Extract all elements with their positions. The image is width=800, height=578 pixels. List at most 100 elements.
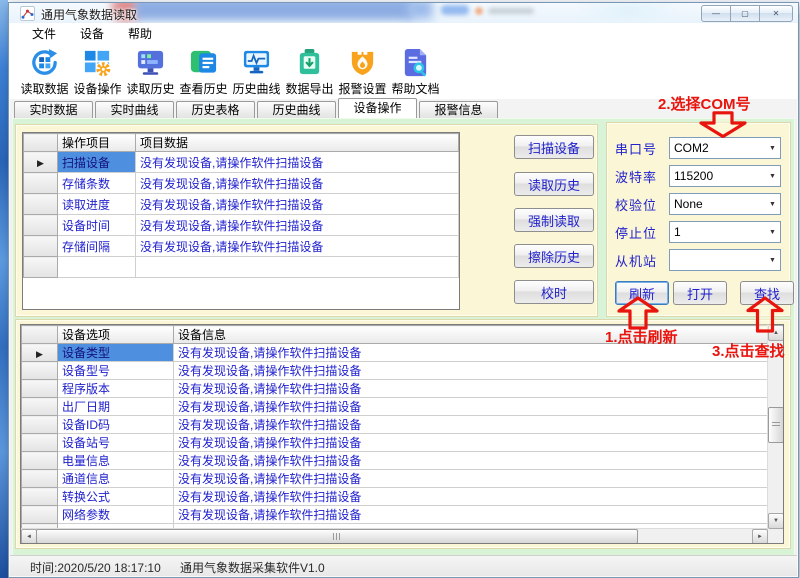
maximize-button[interactable]: ▢ bbox=[730, 5, 760, 22]
grid-cell-item[interactable]: 读取进度 bbox=[58, 194, 136, 215]
table-row[interactable]: 设备站号 没有发现设备,请操作软件扫描设备 bbox=[22, 434, 770, 452]
menu-file[interactable]: 文件 bbox=[20, 23, 68, 44]
title-bar: 通用气象数据读取 — ▢ ✕ bbox=[9, 3, 798, 23]
table-row[interactable]: 设备ID码 没有发现设备,请操作软件扫描设备 bbox=[22, 416, 770, 434]
toolbar-alarm-settings[interactable]: 报警设置 bbox=[337, 43, 388, 99]
table-row[interactable]: 设备型号 没有发现设备,请操作软件扫描设备 bbox=[22, 362, 770, 380]
grid-cell-value[interactable]: 没有发现设备,请操作软件扫描设备 bbox=[174, 362, 770, 380]
column-header: 设备选项 bbox=[58, 326, 174, 344]
grid-cell-value[interactable]: 没有发现设备,请操作软件扫描设备 bbox=[136, 215, 459, 236]
slave-station-select[interactable]: ▼ bbox=[669, 249, 781, 271]
grid-cell-value[interactable]: 没有发现设备,请操作软件扫描设备 bbox=[174, 380, 770, 398]
chevron-down-icon[interactable]: ▼ bbox=[765, 257, 780, 264]
table-row[interactable]: 存储条数 没有发现设备,请操作软件扫描设备 bbox=[24, 173, 459, 194]
erase-history-button[interactable]: 擦除历史 bbox=[514, 244, 594, 268]
menu-bar: 文件 设备 帮助 bbox=[10, 23, 797, 44]
open-button[interactable]: 打开 bbox=[673, 281, 727, 305]
grid-cell-item[interactable]: 出厂日期 bbox=[58, 398, 174, 416]
grid-cell-item[interactable]: 设备时间 bbox=[58, 215, 136, 236]
grid-cell-value[interactable]: 没有发现设备,请操作软件扫描设备 bbox=[136, 236, 459, 257]
minimize-button[interactable]: — bbox=[701, 5, 731, 22]
table-row[interactable]: 转换公式 没有发现设备,请操作软件扫描设备 bbox=[22, 488, 770, 506]
grid-cell-item[interactable]: 通道信息 bbox=[58, 470, 174, 488]
row-header-cell bbox=[22, 416, 58, 434]
stop-bits-row: 停止位 1 ▼ bbox=[615, 221, 781, 241]
tab-device-operation[interactable]: 设备操作 bbox=[338, 98, 417, 118]
table-row[interactable]: 设备时间 没有发现设备,请操作软件扫描设备 bbox=[24, 215, 459, 236]
minimize-icon: — bbox=[712, 10, 720, 18]
baud-rate-select[interactable]: 115200 ▼ bbox=[669, 165, 781, 187]
parity-select[interactable]: None ▼ bbox=[669, 193, 781, 215]
com-port-select[interactable]: COM2 ▼ bbox=[669, 137, 781, 159]
toolbar-label: 读取数据 bbox=[20, 80, 68, 97]
grid-cell-item[interactable]: 转换公式 bbox=[58, 488, 174, 506]
chevron-down-icon[interactable]: ▼ bbox=[765, 229, 780, 236]
force-read-button[interactable]: 强制读取 bbox=[514, 208, 594, 232]
row-header-cell: ▶ bbox=[24, 152, 58, 173]
table-row[interactable]: 存储间隔 没有发现设备,请操作软件扫描设备 bbox=[24, 236, 459, 257]
table-row[interactable]: ▶ 扫描设备 没有发现设备,请操作软件扫描设备 bbox=[24, 152, 459, 173]
toolbar-view-history[interactable]: 查看历史 bbox=[178, 43, 229, 99]
chevron-down-icon[interactable]: ▼ bbox=[765, 173, 780, 180]
toolbar-read-history[interactable]: 读取历史 bbox=[125, 43, 176, 99]
grid-cell-value[interactable]: 没有发现设备,请操作软件扫描设备 bbox=[174, 398, 770, 416]
toolbar-device-operation[interactable]: 设备操作 bbox=[72, 43, 123, 99]
close-button[interactable]: ✕ bbox=[759, 5, 793, 22]
tab-history-curve[interactable]: 历史曲线 bbox=[257, 101, 336, 118]
row-header-cell bbox=[22, 470, 58, 488]
table-row[interactable]: 出厂日期 没有发现设备,请操作软件扫描设备 bbox=[22, 398, 770, 416]
table-row[interactable]: 电量信息 没有发现设备,请操作软件扫描设备 bbox=[22, 452, 770, 470]
chevron-down-icon[interactable]: ▼ bbox=[765, 201, 780, 208]
scroll-down-button[interactable]: ▼ bbox=[768, 513, 784, 529]
grid-cell-item[interactable]: 电量信息 bbox=[58, 452, 174, 470]
grid-cell-value[interactable]: 没有发现设备,请操作软件扫描设备 bbox=[174, 344, 770, 362]
read-history-button[interactable]: 读取历史 bbox=[514, 172, 594, 196]
grid-cell-value[interactable]: 没有发现设备,请操作软件扫描设备 bbox=[136, 152, 459, 173]
row-header-cell bbox=[22, 452, 58, 470]
grid-cell-value[interactable]: 没有发现设备,请操作软件扫描设备 bbox=[174, 488, 770, 506]
table-row[interactable]: 通道信息 没有发现设备,请操作软件扫描设备 bbox=[22, 470, 770, 488]
annotation-arrow-up-search-icon bbox=[746, 296, 784, 333]
grid-cell-value[interactable]: 没有发现设备,请操作软件扫描设备 bbox=[174, 416, 770, 434]
grid-cell-item[interactable]: 网络参数 bbox=[58, 506, 174, 524]
vertical-scroll-thumb[interactable] bbox=[768, 407, 784, 443]
table-row[interactable]: 程序版本 没有发现设备,请操作软件扫描设备 bbox=[22, 380, 770, 398]
grid-cell-item[interactable]: 扫描设备 bbox=[58, 152, 136, 173]
scroll-left-button[interactable]: ◄ bbox=[21, 529, 37, 544]
tab-history-table[interactable]: 历史表格 bbox=[176, 101, 255, 118]
grid-cell-value[interactable]: 没有发现设备,请操作软件扫描设备 bbox=[174, 506, 770, 524]
horizontal-scroll-thumb[interactable] bbox=[36, 529, 638, 544]
horizontal-scrollbar[interactable]: ◄ ► bbox=[21, 528, 768, 543]
stop-bits-select[interactable]: 1 ▼ bbox=[669, 221, 781, 243]
grid-cell-value[interactable]: 没有发现设备,请操作软件扫描设备 bbox=[136, 173, 459, 194]
table-row[interactable]: 读取进度 没有发现设备,请操作软件扫描设备 bbox=[24, 194, 459, 215]
grid-cell-item[interactable]: 设备类型 bbox=[58, 344, 174, 362]
grid-cell-value[interactable]: 没有发现设备,请操作软件扫描设备 bbox=[174, 434, 770, 452]
grid-cell-value[interactable]: 没有发现设备,请操作软件扫描设备 bbox=[174, 470, 770, 488]
toolbar-read-data[interactable]: 读取数据 bbox=[19, 43, 70, 99]
grid-cell-item[interactable]: 程序版本 bbox=[58, 380, 174, 398]
table-row[interactable]: 网络参数 没有发现设备,请操作软件扫描设备 bbox=[22, 506, 770, 524]
grid-cell-value[interactable]: 没有发现设备,请操作软件扫描设备 bbox=[136, 194, 459, 215]
toolbar-help-doc[interactable]: 帮助文档 bbox=[390, 43, 441, 99]
grid-cell-value[interactable]: 没有发现设备,请操作软件扫描设备 bbox=[174, 452, 770, 470]
scan-device-button[interactable]: 扫描设备 bbox=[514, 135, 594, 159]
menu-device[interactable]: 设备 bbox=[68, 23, 116, 44]
menu-help[interactable]: 帮助 bbox=[116, 23, 164, 44]
grid-cell-item[interactable]: 存储间隔 bbox=[58, 236, 136, 257]
chevron-down-icon[interactable]: ▼ bbox=[765, 145, 780, 152]
slave-station-row: 从机站 ▼ bbox=[615, 249, 781, 269]
tab-realtime-curve[interactable]: 实时曲线 bbox=[95, 101, 174, 118]
grid-cell-item[interactable]: 存储条数 bbox=[58, 173, 136, 194]
tab-alarm-info[interactable]: 报警信息 bbox=[419, 101, 498, 118]
history-curve-icon bbox=[241, 47, 272, 78]
toolbar-data-export[interactable]: 数据导出 bbox=[284, 43, 335, 99]
toolbar-history-curve[interactable]: 历史曲线 bbox=[231, 43, 282, 99]
grid-cell-item[interactable]: 设备站号 bbox=[58, 434, 174, 452]
time-sync-button[interactable]: 校时 bbox=[514, 280, 594, 304]
toolbar: 读取数据 设备操作 bbox=[10, 43, 797, 100]
grid-cell-item[interactable]: 设备型号 bbox=[58, 362, 174, 380]
scroll-right-button[interactable]: ► bbox=[752, 529, 768, 544]
grid-cell-item[interactable]: 设备ID码 bbox=[58, 416, 174, 434]
tab-realtime-data[interactable]: 实时数据 bbox=[14, 101, 93, 118]
